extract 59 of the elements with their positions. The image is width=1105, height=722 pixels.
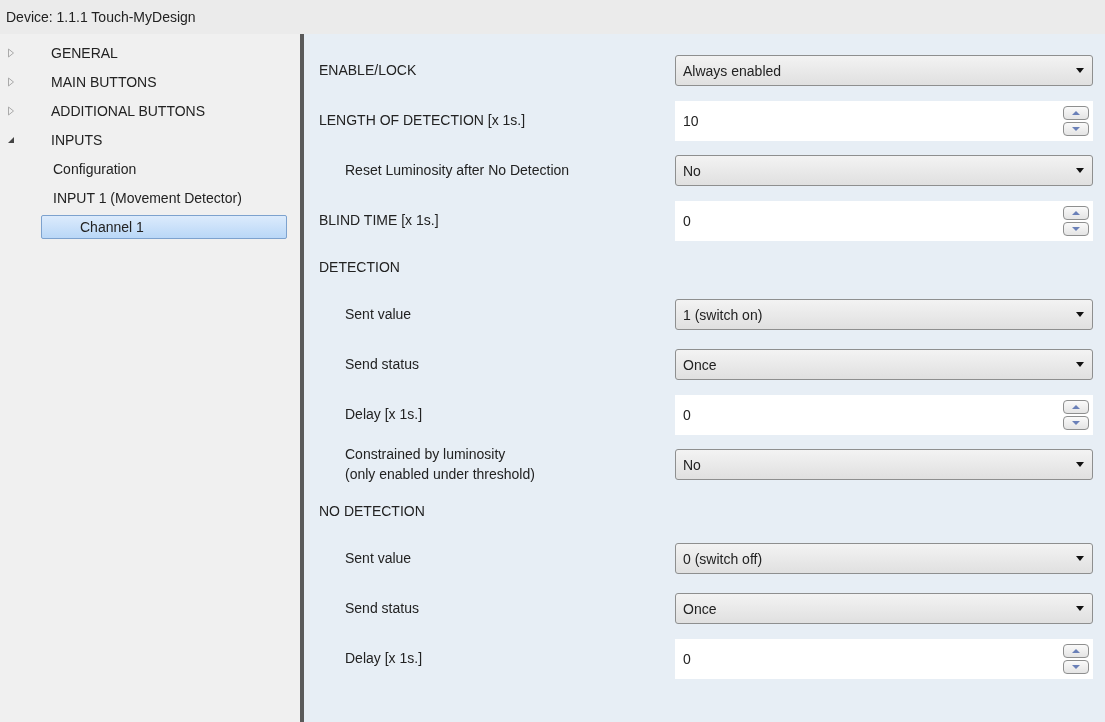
dropdown-arrow-icon — [1076, 68, 1084, 73]
section-heading: NO DETECTION — [319, 502, 426, 522]
increment-button[interactable] — [1063, 400, 1089, 414]
number-field[interactable]: 0 — [683, 651, 691, 667]
increment-button[interactable] — [1063, 106, 1089, 120]
parameter-label: Send status — [345, 599, 420, 619]
down-arrow-icon — [1072, 127, 1080, 131]
up-arrow-icon — [1072, 111, 1080, 115]
tree-item[interactable]: INPUT 1 (Movement Detector) — [46, 185, 249, 210]
section-heading: DETECTION — [319, 258, 401, 278]
down-arrow-icon — [1072, 421, 1080, 425]
dropdown-arrow-icon — [1076, 312, 1084, 317]
dropdown[interactable]: No — [675, 155, 1093, 186]
dropdown[interactable]: 1 (switch on) — [675, 299, 1093, 330]
dropdown-arrow-icon — [1076, 556, 1084, 561]
number-field[interactable]: 0 — [683, 213, 691, 229]
dropdown-arrow-icon — [1076, 362, 1084, 367]
down-arrow-icon — [1072, 227, 1080, 231]
dropdown[interactable]: Once — [675, 593, 1093, 624]
parameter-label: Reset Luminosity after No Detection — [345, 161, 571, 181]
up-arrow-icon — [1072, 405, 1080, 409]
collapsed-triangle-icon[interactable] — [6, 76, 16, 87]
decrement-button[interactable] — [1063, 122, 1089, 136]
tree-item[interactable]: Channel 1 — [41, 214, 287, 239]
number-field[interactable]: 10 — [683, 113, 699, 129]
parameter-label: BLIND TIME [x 1s.] — [319, 211, 440, 231]
tree-item[interactable]: Configuration — [46, 156, 144, 181]
number-field[interactable]: 0 — [683, 407, 691, 423]
parameter-label: ENABLE/LOCK — [319, 61, 418, 81]
decrement-button[interactable] — [1063, 660, 1089, 674]
device-title: Device: 1.1.1 Touch-MyDesign — [6, 9, 196, 25]
parameter-label: Delay [x 1s.] — [345, 405, 424, 425]
tree-item[interactable]: GENERAL — [44, 40, 125, 65]
tree-item[interactable]: ADDITIONAL BUTTONS — [44, 98, 213, 123]
dropdown[interactable]: No — [675, 449, 1093, 480]
dropdown[interactable]: 0 (switch off) — [675, 543, 1093, 574]
tree-item[interactable]: MAIN BUTTONS — [44, 69, 164, 94]
collapsed-triangle-icon[interactable] — [6, 105, 16, 116]
down-arrow-icon — [1072, 665, 1080, 669]
expanded-triangle-icon[interactable] — [6, 135, 16, 144]
parameter-label: Delay [x 1s.] — [345, 649, 424, 669]
parameter-label: Sent value — [345, 305, 413, 325]
dropdown[interactable]: Once — [675, 349, 1093, 380]
tree-item[interactable]: INPUTS — [44, 127, 110, 152]
parameter-label: Sent value — [345, 549, 413, 569]
dropdown-arrow-icon — [1076, 168, 1084, 173]
collapsed-triangle-icon[interactable] — [6, 47, 16, 58]
parameter-label: Send status — [345, 355, 420, 375]
increment-button[interactable] — [1063, 644, 1089, 658]
parameter-label: LENGTH OF DETECTION [x 1s.] — [319, 111, 527, 131]
dropdown-arrow-icon — [1076, 462, 1084, 467]
increment-button[interactable] — [1063, 206, 1089, 220]
up-arrow-icon — [1072, 649, 1080, 653]
dropdown[interactable]: Always enabled — [675, 55, 1093, 86]
dropdown-arrow-icon — [1076, 606, 1084, 611]
decrement-button[interactable] — [1063, 416, 1089, 430]
decrement-button[interactable] — [1063, 222, 1089, 236]
parameter-label: Constrained by luminosity (only enabled under threshold) — [345, 445, 536, 484]
up-arrow-icon — [1072, 211, 1080, 215]
